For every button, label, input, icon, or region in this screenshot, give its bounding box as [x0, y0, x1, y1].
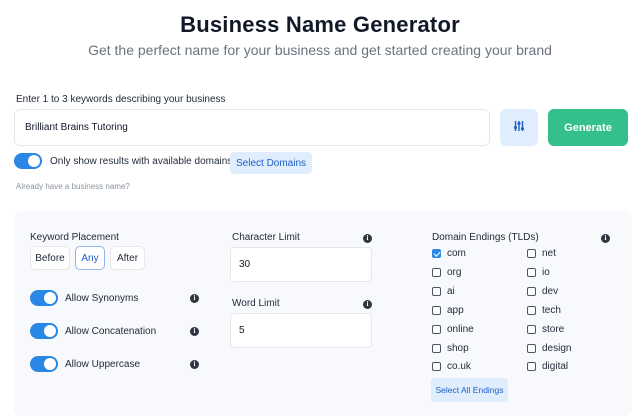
checkbox[interactable] — [527, 268, 536, 277]
allow-synonyms-toggle[interactable] — [30, 290, 58, 306]
synonyms-info-icon[interactable]: i — [190, 294, 199, 303]
generate-button[interactable]: Generate — [548, 109, 628, 146]
tld-option[interactable]: co.uk — [432, 361, 471, 372]
page-subtitle: Get the perfect name for your business a… — [88, 42, 552, 58]
tld-option[interactable]: online — [432, 324, 474, 335]
checkbox[interactable] — [432, 287, 441, 296]
allow-concatenation-row: Allow Concatenation — [30, 323, 156, 339]
tld-label: dev — [542, 286, 559, 297]
allow-uppercase-toggle[interactable] — [30, 356, 58, 372]
allow-synonyms-row: Allow Synonyms — [30, 290, 138, 306]
filter-button[interactable] — [500, 109, 538, 146]
tld-option[interactable]: store — [527, 324, 564, 335]
allow-synonyms-label: Allow Synonyms — [65, 292, 139, 304]
checkbox[interactable] — [527, 287, 536, 296]
tld-label: design — [542, 343, 572, 354]
keywords-label: Enter 1 to 3 keywords describing your bu… — [16, 94, 226, 105]
domain-endings-label: Domain Endings (TLDs) — [432, 232, 539, 243]
keyword-placement-label: Keyword Placement — [30, 232, 119, 243]
keywords-input[interactable] — [14, 109, 490, 146]
tld-label: net — [542, 248, 556, 259]
checkbox[interactable] — [527, 306, 536, 315]
domain-endings-info-icon[interactable]: i — [601, 234, 610, 243]
tld-option[interactable]: design — [527, 343, 571, 354]
tld-label: ai — [447, 286, 455, 297]
tld-option[interactable]: digital — [527, 361, 568, 372]
already-have-name-link[interactable]: Already have a business name? — [16, 182, 130, 191]
checkbox[interactable] — [432, 325, 441, 334]
tld-option[interactable]: org — [432, 267, 461, 278]
tld-option[interactable]: tech — [527, 305, 561, 316]
checkbox[interactable] — [432, 344, 441, 353]
checkbox[interactable] — [527, 325, 536, 334]
tld-option[interactable]: dev — [527, 286, 558, 297]
tld-option[interactable]: shop — [432, 343, 469, 354]
uppercase-info-icon[interactable]: i — [190, 360, 199, 369]
select-all-endings-button[interactable]: Select All Endings — [431, 378, 508, 402]
allow-concatenation-label: Allow Concatenation — [65, 325, 157, 337]
word-limit-input[interactable] — [230, 313, 372, 348]
checkbox[interactable] — [527, 362, 536, 371]
placement-after-button[interactable]: After — [110, 246, 145, 270]
tld-label: online — [447, 324, 474, 335]
allow-uppercase-label: Allow Uppercase — [65, 358, 141, 370]
character-limit-input[interactable] — [230, 247, 372, 282]
tld-option[interactable]: io — [527, 267, 550, 278]
page-title: Business Name Generator — [180, 12, 460, 37]
character-limit-info-icon[interactable]: i — [363, 234, 372, 243]
character-limit-label: Character Limit — [232, 232, 300, 243]
tld-option[interactable]: ai — [432, 286, 455, 297]
tld-label: io — [542, 267, 550, 278]
tld-label: store — [542, 324, 565, 335]
tld-label: tech — [542, 305, 561, 316]
tld-label: com — [447, 248, 466, 259]
checkbox-checked[interactable] — [432, 249, 441, 258]
allow-concatenation-toggle[interactable] — [30, 323, 58, 339]
tld-option[interactable]: com — [432, 248, 466, 259]
tld-label: digital — [542, 361, 569, 372]
placement-before-button[interactable]: Before — [30, 246, 70, 270]
tld-label: co.uk — [447, 361, 471, 372]
checkbox[interactable] — [432, 306, 441, 315]
select-domains-button[interactable]: Select Domains — [230, 152, 313, 174]
tld-label: app — [447, 305, 464, 316]
tld-option[interactable]: app — [432, 305, 464, 316]
word-limit-label: Word Limit — [232, 298, 280, 309]
tld-label: org — [447, 267, 462, 278]
placement-any-button[interactable]: Any — [75, 246, 105, 270]
checkbox[interactable] — [527, 249, 536, 258]
checkbox[interactable] — [432, 362, 441, 371]
tld-label: shop — [447, 343, 469, 354]
available-domains-toggle[interactable] — [14, 153, 42, 169]
allow-uppercase-row: Allow Uppercase — [30, 356, 140, 372]
sliders-icon — [513, 120, 525, 135]
available-domains-row: Only show results with available domains — [14, 153, 232, 169]
checkbox[interactable] — [432, 268, 441, 277]
tld-option[interactable]: net — [527, 248, 556, 259]
concatenation-info-icon[interactable]: i — [190, 327, 199, 336]
available-domains-label: Only show results with available domains — [50, 155, 233, 167]
word-limit-info-icon[interactable]: i — [363, 300, 372, 309]
checkbox[interactable] — [527, 344, 536, 353]
